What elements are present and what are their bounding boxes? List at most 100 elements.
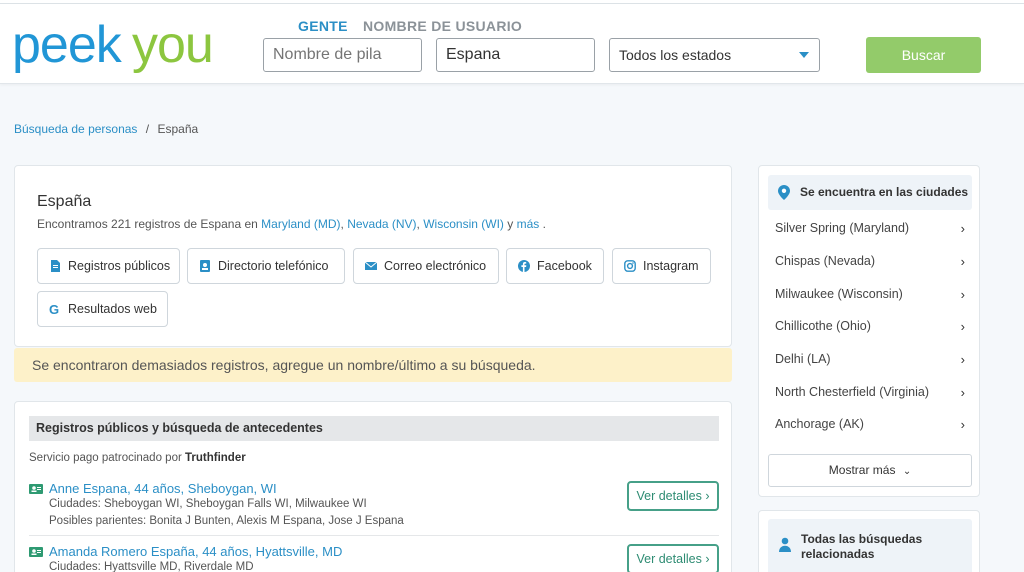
web-results-button[interactable]: G Resultados web xyxy=(37,291,168,327)
city-item[interactable]: Anchorage (AK) › xyxy=(775,417,965,432)
separator: , xyxy=(416,217,420,231)
state-select-value: Todos los estados xyxy=(619,47,732,63)
related-searches-link[interactable]: Todas las búsquedas relacionadas xyxy=(768,519,972,572)
view-details-label: Ver detalles xyxy=(636,552,702,566)
chevron-down-icon xyxy=(799,52,809,58)
first-name-input[interactable] xyxy=(263,38,422,72)
search-button[interactable]: Buscar xyxy=(866,37,981,73)
city-item[interactable]: Milwaukee (Wisconsin) › xyxy=(775,287,965,302)
city-item[interactable]: North Chesterfield (Virginia) › xyxy=(775,385,965,400)
city-item[interactable]: Silver Spring (Maryland) › xyxy=(775,221,965,236)
pill-label: Correo electrónico xyxy=(384,259,487,273)
last-name-input[interactable]: Espana xyxy=(436,38,595,72)
location-link-nv[interactable]: Nevada (NV) xyxy=(347,217,416,231)
summary-prefix: Encontramos 221 registros de Espana en xyxy=(37,217,258,231)
cities-header: Se encuentra en las ciudades xyxy=(768,175,972,210)
contact-book-icon xyxy=(200,260,210,272)
cities-sidebar: Se encuentra en las ciudades Silver Spri… xyxy=(758,165,980,497)
cities-header-label: Se encuentra en las ciudades xyxy=(800,185,969,199)
city-item[interactable]: Chillicothe (Ohio) › xyxy=(775,319,965,334)
chevron-right-icon: › xyxy=(960,385,965,400)
pill-label: Facebook xyxy=(537,259,592,273)
peekyou-logo[interactable]: peek you xyxy=(12,12,240,80)
chevron-right-icon: › xyxy=(960,417,965,432)
person-icon xyxy=(779,537,791,552)
more-locations-link[interactable]: más xyxy=(517,217,540,231)
city-item[interactable]: Chispas (Nevada) › xyxy=(775,254,965,269)
facebook-icon xyxy=(518,260,530,272)
email-button[interactable]: Correo electrónico xyxy=(353,248,499,284)
city-label: Milwaukee (Wisconsin) xyxy=(775,287,903,301)
chevron-right-icon: › xyxy=(960,287,965,302)
document-icon xyxy=(51,260,60,272)
breadcrumb-separator: / xyxy=(145,122,150,136)
instagram-icon xyxy=(624,260,636,272)
summary-card: España Encontramos 221 registros de Espa… xyxy=(14,165,732,347)
instagram-button[interactable]: Instagram xyxy=(612,248,711,284)
view-details-button[interactable]: Ver detalles › xyxy=(627,544,719,572)
city-label: Silver Spring (Maryland) xyxy=(775,221,910,235)
logo-peek: peek xyxy=(12,16,123,74)
header: peek you GENTE NOMBRE DE USUARIO Espana … xyxy=(0,4,1024,84)
phone-directory-button[interactable]: Directorio telefónico xyxy=(187,248,345,284)
envelope-icon xyxy=(365,261,377,270)
summary-description: Encontramos 221 registros de Espana en M… xyxy=(37,217,546,231)
record-cities: Ciudades: Sheboygan WI, Sheboygan Falls … xyxy=(49,498,367,510)
tab-username[interactable]: NOMBRE DE USUARIO xyxy=(363,18,522,34)
pill-label: Resultados web xyxy=(68,302,157,316)
city-item[interactable]: Delhi (LA) › xyxy=(775,352,965,367)
chevron-down-icon: ⌄ xyxy=(902,466,912,477)
pill-label: Directorio telefónico xyxy=(218,259,329,273)
divider xyxy=(29,535,719,536)
chevron-right-icon: › xyxy=(960,221,965,236)
view-details-label: Ver detalles xyxy=(636,489,702,503)
conjunction: y xyxy=(507,217,514,231)
record-relatives: Posibles parientes: Bonita J Bunten, Ale… xyxy=(49,515,404,527)
state-select[interactable]: Todos los estados xyxy=(609,38,820,72)
chevron-right-icon: › xyxy=(960,254,965,269)
breadcrumb-home-link[interactable]: Búsqueda de personas xyxy=(14,122,137,136)
chevron-right-icon: › xyxy=(705,489,710,503)
record-item: Anne Espana, 44 años, Sheboygan, WI Ciud… xyxy=(29,481,719,533)
breadcrumb-current: España xyxy=(157,122,199,136)
public-records-button[interactable]: Registros públicos xyxy=(37,248,180,284)
sponsor-prefix: Servicio pago patrocinado por xyxy=(29,452,182,464)
breadcrumb: Búsqueda de personas / España xyxy=(14,122,198,136)
record-name-link[interactable]: Amanda Romero España, 44 años, Hyattsvil… xyxy=(49,544,342,559)
tab-people[interactable]: GENTE xyxy=(298,18,348,34)
records-header: Registros públicos y búsqueda de anteced… xyxy=(29,416,719,441)
show-more-label: Mostrar más xyxy=(828,463,896,477)
city-label: Chispas (Nevada) xyxy=(775,254,876,268)
google-icon: G xyxy=(49,303,59,315)
warning-banner: Se encontraron demasiados registros, agr… xyxy=(14,348,732,382)
records-card: Registros públicos y búsqueda de anteced… xyxy=(14,401,732,572)
city-label: Delhi (LA) xyxy=(775,352,831,366)
sponsor-line: Servicio pago patrocinado por Truthfinde… xyxy=(29,452,246,464)
sponsor-name: Truthfinder xyxy=(185,452,246,464)
facebook-button[interactable]: Facebook xyxy=(506,248,604,284)
period: . xyxy=(542,217,546,231)
view-details-button[interactable]: Ver detalles › xyxy=(627,481,719,511)
id-card-icon xyxy=(29,484,43,494)
id-card-icon xyxy=(29,547,43,557)
record-name-link[interactable]: Anne Espana, 44 años, Sheboygan, WI xyxy=(49,481,277,496)
chevron-right-icon: › xyxy=(960,352,965,367)
separator: , xyxy=(340,217,344,231)
city-label: Anchorage (AK) xyxy=(775,417,864,431)
record-cities: Ciudades: Hyattsville MD, Riverdale MD xyxy=(49,561,254,572)
city-label: North Chesterfield (Virginia) xyxy=(775,385,929,399)
logo-you: you xyxy=(132,16,213,74)
location-link-md[interactable]: Maryland (MD) xyxy=(261,217,340,231)
related-searches-label: Todas las búsquedas relacionadas xyxy=(801,532,923,561)
pill-label: Instagram xyxy=(643,259,699,273)
chevron-right-icon: › xyxy=(960,319,965,334)
map-pin-icon xyxy=(778,185,790,200)
svg-text:G: G xyxy=(49,303,59,315)
related-searches-card: Todas las búsquedas relacionadas xyxy=(758,510,980,572)
record-item: Amanda Romero España, 44 años, Hyattsvil… xyxy=(29,544,719,572)
pill-label: Registros públicos xyxy=(68,259,171,273)
show-more-button[interactable]: Mostrar más ⌄ xyxy=(768,454,972,487)
chevron-right-icon: › xyxy=(705,552,710,566)
location-link-wi[interactable]: Wisconsin (WI) xyxy=(423,217,504,231)
city-label: Chillicothe (Ohio) xyxy=(775,319,871,333)
